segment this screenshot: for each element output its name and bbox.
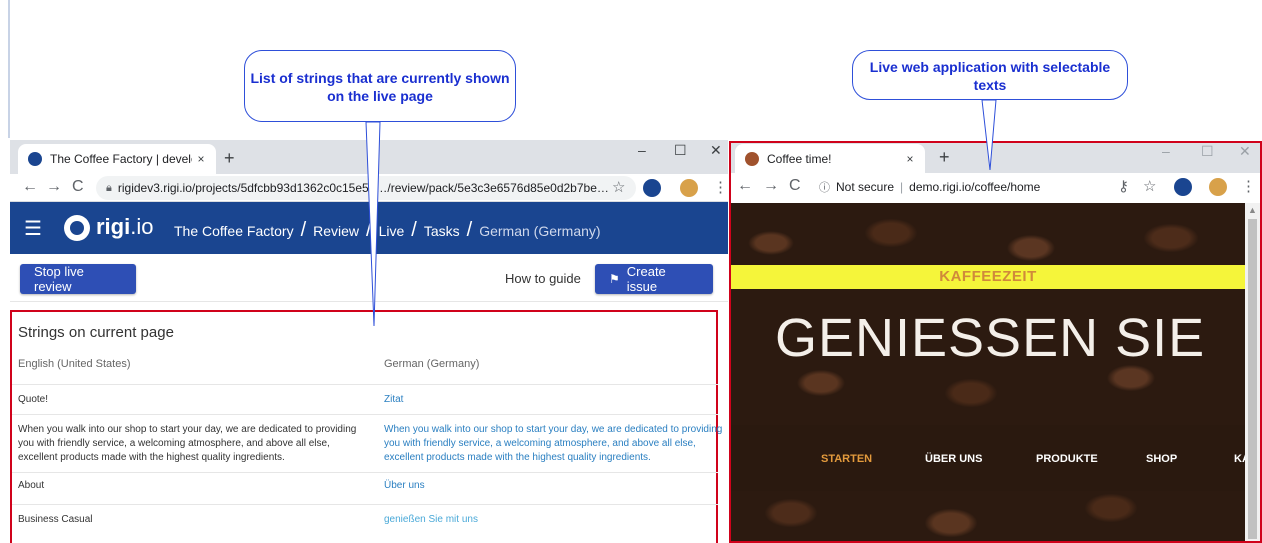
maximize-icon[interactable]: ☐ [674, 142, 687, 159]
key-icon[interactable]: ⚷ [1118, 177, 1129, 195]
maximize-icon[interactable]: ☐ [1201, 143, 1214, 160]
left-browser-window: The Coffee Factory | developmen × + – ☐ … [10, 140, 728, 543]
right-callout: Live web application with selectable tex… [852, 50, 1128, 100]
target-string[interactable]: Zitat [384, 393, 728, 407]
left-divider [8, 0, 10, 138]
strings-on-current-page-panel: Strings on current page English (United … [10, 310, 722, 543]
reload-icon[interactable]: C [72, 178, 84, 196]
reload-icon[interactable]: C [789, 177, 801, 195]
right-callout-text: Live web application with selectable tex… [869, 59, 1111, 93]
back-icon[interactable]: ← [737, 177, 753, 195]
source-string: Quote! [18, 394, 49, 405]
rigi-logo-icon [64, 215, 90, 241]
address-bar-row: ← → C ⓘ Not secure | demo.rigi.io/coffee… [729, 173, 1262, 203]
nav-kontakt[interactable]: KA [1234, 453, 1245, 465]
bookmark-star-icon[interactable]: ☆ [1143, 177, 1156, 195]
browser-tab[interactable]: Coffee time! × [735, 144, 925, 173]
how-to-guide-link[interactable]: How to guide [505, 271, 581, 286]
forward-icon[interactable]: → [763, 177, 779, 195]
back-icon[interactable]: ← [22, 178, 38, 196]
nav-ueber-uns[interactable]: ÜBER UNS [925, 453, 982, 465]
breadcrumb-tasks[interactable]: Tasks [424, 223, 460, 239]
browser-menu-icon[interactable]: ⋮ [1241, 177, 1256, 195]
coffee-site-viewport: KAFFEEZEIT GENIESSEN SIE STARTEN ÜBER UN… [731, 203, 1245, 543]
url-field[interactable]: 🔒︎ rigidev3.rigi.io/projects/5dfcbb93d13… [96, 176, 636, 200]
profile-avatar[interactable] [680, 179, 698, 197]
tab-close-icon[interactable]: × [901, 152, 919, 166]
url-text: demo.rigi.io/coffee/home [909, 180, 1041, 194]
url-text: rigidev3.rigi.io/projects/5dfcbb93d1362c… [117, 181, 609, 195]
stop-live-review-button[interactable]: Stop live review [20, 264, 136, 294]
tab-close-icon[interactable]: × [192, 152, 210, 166]
create-issue-button[interactable]: ⚑ Create issue [595, 264, 713, 294]
target-string[interactable]: Über uns [384, 479, 728, 493]
lock-icon: 🔒︎ [106, 181, 112, 194]
tab-strip: The Coffee Factory | developmen × + – ☐ … [10, 140, 728, 174]
new-tab-icon[interactable]: + [939, 147, 950, 168]
site-navigation: STARTEN ÜBER UNS PRODUKTE SHOP KA [731, 425, 1245, 491]
source-language-header: English (United States) [18, 358, 131, 370]
source-string: When you walk into our shop to start you… [18, 424, 357, 463]
coffee-favicon-icon [745, 151, 759, 166]
right-browser-window: Coffee time! × + – ☐ ✕ ← → C ⓘ Not secur… [729, 141, 1262, 543]
profile-avatar[interactable] [1209, 178, 1227, 196]
close-window-icon[interactable]: ✕ [1239, 143, 1251, 160]
bookmark-star-icon[interactable]: ☆ [612, 178, 625, 196]
new-tab-icon[interactable]: + [224, 148, 235, 169]
hamburger-menu-icon[interactable]: ☰ [24, 216, 42, 241]
create-issue-label: Create issue [626, 264, 666, 294]
not-secure-label: Not secure [836, 180, 895, 194]
address-bar-row: ← → C 🔒︎ rigidev3.rigi.io/projects/5dfcb… [10, 174, 728, 202]
scroll-up-icon[interactable]: ▲ [1248, 205, 1257, 215]
breadcrumb-project[interactable]: The Coffee Factory [174, 223, 294, 239]
close-window-icon[interactable]: ✕ [710, 142, 722, 159]
left-callout: List of strings that are currently shown… [244, 50, 516, 122]
minimize-icon[interactable]: – [1162, 143, 1170, 159]
tab-title: Coffee time! [767, 151, 832, 166]
breadcrumb-review[interactable]: Review [313, 223, 359, 239]
tab-strip: Coffee time! × + – ☐ ✕ [729, 141, 1262, 173]
browser-menu-icon[interactable]: ⋮ [713, 178, 728, 196]
string-row[interactable]: When you walk into our shop to start you… [12, 414, 722, 472]
target-string[interactable]: genießen Sie mit uns [384, 513, 728, 527]
nav-shop[interactable]: SHOP [1146, 453, 1177, 465]
breadcrumb-current-language: German (Germany) [479, 222, 601, 239]
review-toolbar: Stop live review How to guide ⚑ Create i… [10, 254, 728, 302]
scroll-thumb[interactable] [1248, 219, 1257, 539]
info-icon: ⓘ [819, 182, 830, 194]
panel-title: Strings on current page [18, 324, 174, 341]
kaffeezeit-banner[interactable]: KAFFEEZEIT [731, 265, 1245, 289]
target-language-header: German (Germany) [384, 358, 480, 370]
page-scrollbar[interactable]: ▲ [1245, 203, 1260, 543]
screenshot-stage: The Coffee Factory | developmen × + – ☐ … [0, 0, 1262, 543]
source-string: Business Casual [18, 514, 93, 525]
rigi-extension-icon[interactable] [643, 179, 661, 197]
left-callout-text: List of strings that are currently shown… [250, 70, 510, 104]
rigi-extension-icon[interactable] [1174, 178, 1192, 196]
source-string: About [18, 480, 45, 491]
string-row[interactable]: About Über uns [12, 472, 718, 504]
nav-produkte[interactable]: PRODUKTE [1036, 453, 1098, 465]
rigi-favicon-icon [28, 152, 42, 166]
breadcrumb-live[interactable]: Live [379, 223, 405, 239]
target-string[interactable]: When you walk into our shop to start you… [384, 423, 728, 465]
forward-icon[interactable]: → [46, 178, 62, 196]
url-field[interactable]: ⓘ Not secure | demo.rigi.io/coffee/home [813, 175, 1143, 199]
rigi-app-header: ☰ rigi.io The Coffee Factory / Review / … [10, 202, 728, 254]
breadcrumb: The Coffee Factory / Review / Live / Tas… [174, 219, 601, 241]
string-row[interactable]: Quote! Zitat [12, 384, 718, 414]
minimize-icon[interactable]: – [638, 142, 646, 158]
rigi-logo: rigi.io [96, 214, 154, 239]
browser-tab[interactable]: The Coffee Factory | developmen × [18, 144, 216, 174]
hero-headline[interactable]: GENIESSEN SIE [775, 307, 1205, 369]
string-row[interactable]: Business Casual genießen Sie mit uns [12, 504, 718, 543]
flag-icon: ⚑ [609, 272, 620, 286]
nav-starten[interactable]: STARTEN [821, 453, 872, 465]
tab-title: The Coffee Factory | developmen [50, 152, 192, 166]
